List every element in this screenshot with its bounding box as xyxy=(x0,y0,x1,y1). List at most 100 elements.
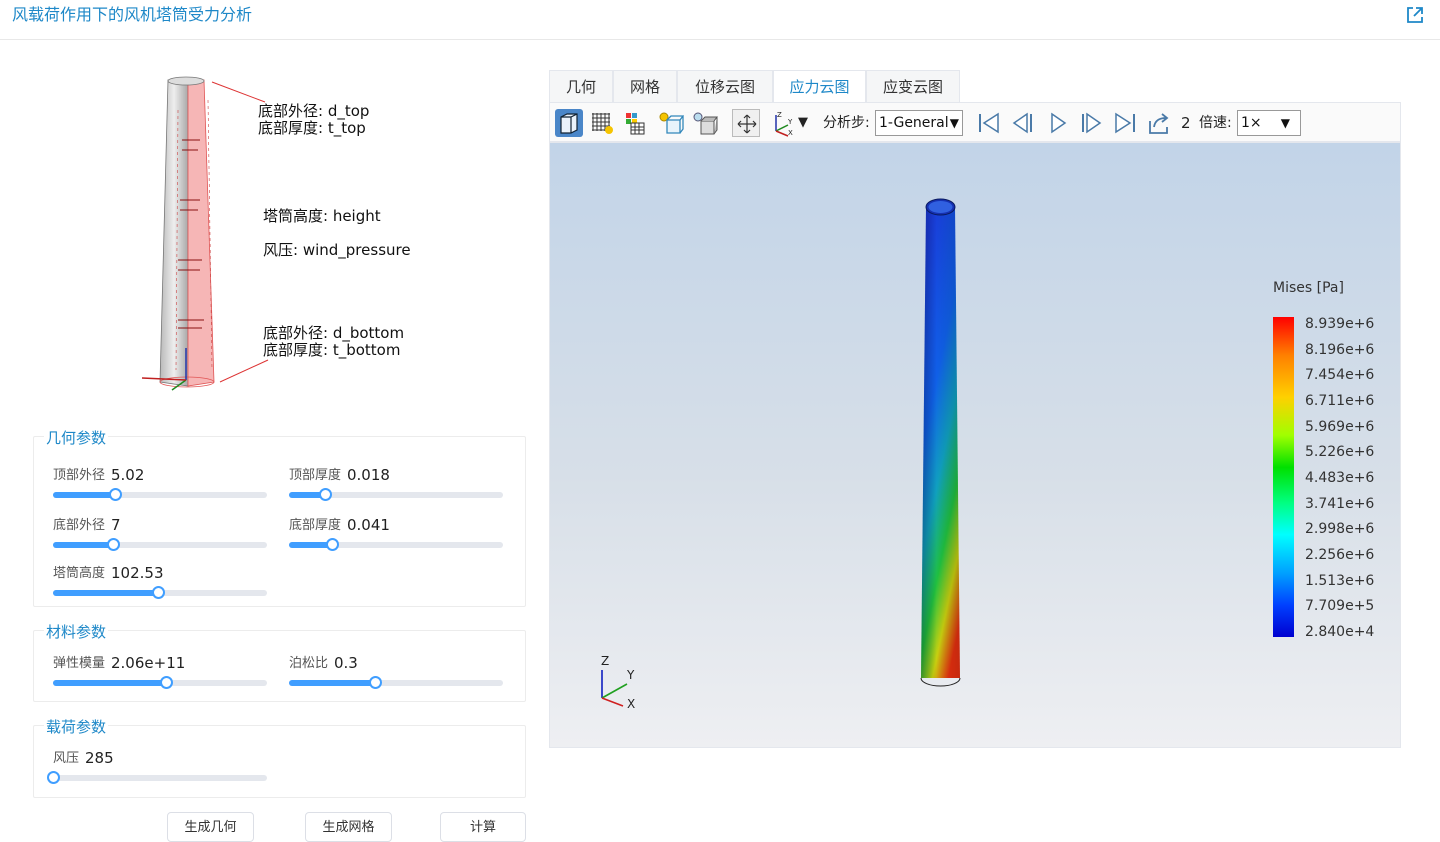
solid-view-icon[interactable] xyxy=(555,109,583,137)
legend-value: 7.709e+5 xyxy=(1305,598,1375,615)
param-wind-pressure: 风压 285 xyxy=(47,749,268,790)
play-icon[interactable] xyxy=(1043,109,1071,137)
param-value: 0.3 xyxy=(334,654,358,672)
app-title: 风载荷作用下的风机塔筒受力分析 xyxy=(12,5,253,24)
param-tower-height: 塔筒高度 102.53 xyxy=(53,564,268,605)
legend-value: 6.711e+6 xyxy=(1305,393,1375,409)
compute-button[interactable]: 计算 xyxy=(440,812,526,842)
legend-value: 2.256e+6 xyxy=(1305,547,1375,563)
mesh-view-icon[interactable] xyxy=(588,109,616,137)
legend-value: 1.513e+6 xyxy=(1305,572,1375,589)
param-top-thickness: 顶部厚度 0.018 xyxy=(289,466,504,507)
fit-view-icon[interactable] xyxy=(732,109,760,137)
legend-value: 4.483e+6 xyxy=(1305,470,1375,486)
slider-handle[interactable] xyxy=(368,676,382,689)
param-value: 0.018 xyxy=(347,466,390,484)
next-frame-icon[interactable] xyxy=(1077,109,1105,137)
param-label: 泊松比 xyxy=(289,656,329,671)
svg-text:X: X xyxy=(788,129,793,137)
param-label: 顶部厚度 xyxy=(289,468,342,483)
param-bottom-diameter: 底部外径 7 xyxy=(53,516,268,557)
section-title-load: 载荷参数 xyxy=(44,718,109,736)
param-label: 弹性模量 xyxy=(53,656,106,671)
section-title-material: 材料参数 xyxy=(44,623,109,641)
analysis-step-value: 1-General xyxy=(879,115,949,131)
previous-frame-icon[interactable] xyxy=(1009,109,1037,137)
bottom-thickness-slider[interactable] xyxy=(289,538,503,551)
tab-mesh[interactable]: 网格 xyxy=(613,70,677,102)
chevron-down-icon: ▼ xyxy=(1280,116,1290,130)
svg-text:Y: Y xyxy=(787,118,793,126)
export-icon[interactable] xyxy=(1145,109,1173,137)
geometry-params-section: 几何参数 顶部外径 5.02 顶部厚度 0.018 底部外径 7 底部厚度 0.… xyxy=(33,429,526,607)
param-bottom-thickness: 底部厚度 0.041 xyxy=(289,516,504,557)
param-value: 102.53 xyxy=(111,564,164,582)
param-value: 5.02 xyxy=(111,466,145,484)
analysis-step-select[interactable]: 1-General ▼ xyxy=(875,110,963,136)
label-bottom-thickness: 底部厚度: t_bottom xyxy=(263,341,401,359)
slider-handle[interactable] xyxy=(47,771,60,784)
axis-label-x: X xyxy=(627,697,636,711)
legend-value: 3.741e+6 xyxy=(1305,495,1375,512)
label-top-diameter: 底部外径: d_top xyxy=(258,102,370,120)
slider-handle[interactable] xyxy=(109,488,123,501)
tab-strain[interactable]: 应变云图 xyxy=(866,70,960,102)
external-link-icon[interactable] xyxy=(1405,5,1425,25)
bottom-diameter-slider[interactable] xyxy=(53,538,267,551)
label-top-thickness: 底部厚度: t_top xyxy=(258,119,366,137)
param-value: 7 xyxy=(111,516,121,534)
top-diameter-slider[interactable] xyxy=(53,488,267,501)
legend-value: 8.939e+6 xyxy=(1305,316,1375,332)
material-params-section: 材料参数 弹性模量 2.06e+11 泊松比 0.3 xyxy=(33,623,526,702)
elastic-modulus-slider[interactable] xyxy=(53,676,267,689)
param-value: 285 xyxy=(85,749,114,767)
top-thickness-slider[interactable] xyxy=(289,488,503,501)
legend-value: 7.454e+6 xyxy=(1305,367,1375,384)
axis-label-z: Z xyxy=(601,654,610,668)
app-header: 风载荷作用下的风机塔筒受力分析 xyxy=(0,0,1440,40)
param-value: 2.06e+11 xyxy=(111,654,186,672)
generate-geometry-button[interactable]: 生成几何 xyxy=(167,812,254,842)
light-box-icon[interactable] xyxy=(656,109,685,137)
param-label: 风压 xyxy=(53,751,80,766)
last-frame-icon[interactable] xyxy=(1111,109,1139,137)
legend-value: 8.196e+6 xyxy=(1305,341,1375,358)
axes-dropdown-caret[interactable]: ▼ xyxy=(798,114,808,132)
step-label: 分析步: xyxy=(823,115,870,131)
generate-mesh-button[interactable]: 生成网格 xyxy=(305,812,392,842)
slider-handle[interactable] xyxy=(106,538,120,551)
light-cube-icon[interactable] xyxy=(690,109,718,137)
param-value: 0.041 xyxy=(347,516,390,534)
tower-schematic: 底部外径: d_top 底部厚度: t_top 塔筒高度: height 风压:… xyxy=(120,70,450,400)
tab-displacement[interactable]: 位移云图 xyxy=(677,70,773,102)
param-label: 底部外径 xyxy=(53,518,106,533)
param-top-diameter: 顶部外径 5.02 xyxy=(53,466,268,507)
speed-value: 1× xyxy=(1241,115,1262,131)
viewer-toolbar: ZYX ▼ 分析步: 1-General ▼ 2 倍速: 1× ▼ xyxy=(549,102,1401,142)
wind-pressure-slider[interactable] xyxy=(47,771,267,784)
axes-orientation-icon[interactable]: ZYX xyxy=(768,109,796,137)
label-wind-pressure: 风压: wind_pressure xyxy=(263,241,411,259)
slider-handle[interactable] xyxy=(325,538,339,551)
legend-value: 5.969e+6 xyxy=(1305,418,1375,435)
color-grid-icon[interactable] xyxy=(622,109,650,137)
param-label: 顶部外径 xyxy=(53,468,106,483)
3d-viewport[interactable]: Z Y X Mises [Pa] 8.939e+6 8.196e+6 7.454e+… xyxy=(549,142,1401,748)
poisson-ratio-slider[interactable] xyxy=(289,676,503,689)
svg-text:Z: Z xyxy=(777,111,782,119)
slider-handle[interactable] xyxy=(319,488,333,501)
label-height: 塔筒高度: height xyxy=(263,207,381,225)
chevron-down-icon: ▼ xyxy=(949,116,959,130)
tab-stress[interactable]: 应力云图 xyxy=(773,70,866,102)
result-tabs: 几何 网格 位移云图 应力云图 应变云图 xyxy=(549,70,960,102)
legend-value: 5.226e+6 xyxy=(1305,444,1375,461)
legend-value: 2.998e+6 xyxy=(1305,521,1375,538)
slider-handle[interactable] xyxy=(151,586,165,599)
first-frame-icon[interactable] xyxy=(975,109,1003,137)
slider-handle[interactable] xyxy=(160,676,174,689)
param-poisson-ratio: 泊松比 0.3 xyxy=(289,654,504,695)
section-title-geometry: 几何参数 xyxy=(44,429,109,447)
speed-select[interactable]: 1× ▼ xyxy=(1237,110,1301,136)
tab-geometry[interactable]: 几何 xyxy=(549,70,613,102)
tower-height-slider[interactable] xyxy=(53,586,267,599)
